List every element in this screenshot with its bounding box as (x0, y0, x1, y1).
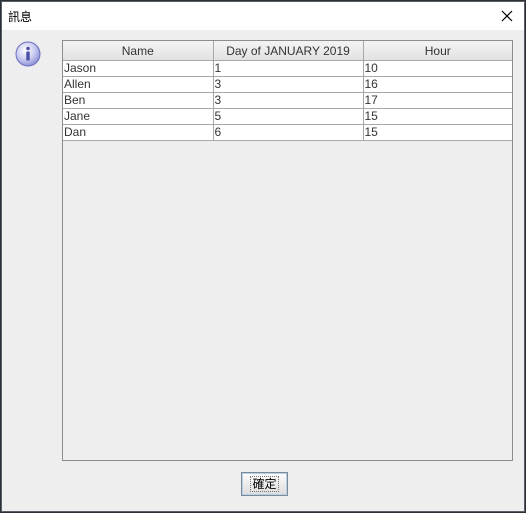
close-icon (501, 10, 513, 22)
table-row[interactable]: Jane 5 15 (63, 108, 512, 125)
title-bar[interactable]: 訊息 (2, 2, 524, 30)
cell-hour[interactable]: 15 (363, 108, 512, 125)
cell-day[interactable]: 3 (213, 92, 364, 109)
cell-day[interactable]: 3 (213, 76, 364, 93)
cell-day[interactable]: 1 (213, 60, 364, 77)
window-title: 訊息 (8, 10, 33, 24)
cell-day[interactable]: 6 (213, 124, 364, 141)
cell-name[interactable]: Allen (63, 76, 214, 93)
column-header-name[interactable]: Name (63, 41, 214, 61)
column-header-hour[interactable]: Hour (363, 41, 512, 61)
cell-name[interactable]: Jane (63, 108, 214, 125)
cell-hour[interactable]: 10 (363, 60, 512, 77)
message-dialog: 訊息 Name Day of JANUARY 2019 Hour Jason 1… (1, 1, 525, 512)
cell-name[interactable]: Jason (63, 60, 214, 77)
cell-day[interactable]: 5 (213, 108, 364, 125)
cell-hour[interactable]: 16 (363, 76, 512, 93)
table-row[interactable]: Jason 1 10 (63, 60, 512, 77)
table-row[interactable]: Ben 3 17 (63, 92, 512, 109)
cell-hour[interactable]: 15 (363, 124, 512, 141)
column-header-day[interactable]: Day of JANUARY 2019 (213, 41, 364, 61)
table-row[interactable]: Dan 6 15 (63, 124, 512, 141)
data-table: Name Day of JANUARY 2019 Hour Jason 1 10… (63, 41, 512, 141)
ok-button-label: 確定 (250, 476, 279, 492)
table-header-row: Name Day of JANUARY 2019 Hour (63, 41, 512, 61)
cell-name[interactable]: Ben (63, 92, 214, 109)
info-icon (15, 41, 41, 67)
table-scroll-pane[interactable]: Name Day of JANUARY 2019 Hour Jason 1 10… (62, 40, 513, 461)
ok-button[interactable]: 確定 (241, 472, 288, 496)
close-button[interactable] (490, 2, 524, 30)
table-row[interactable]: Allen 3 16 (63, 76, 512, 93)
cell-name[interactable]: Dan (63, 124, 214, 141)
cell-hour[interactable]: 17 (363, 92, 512, 109)
